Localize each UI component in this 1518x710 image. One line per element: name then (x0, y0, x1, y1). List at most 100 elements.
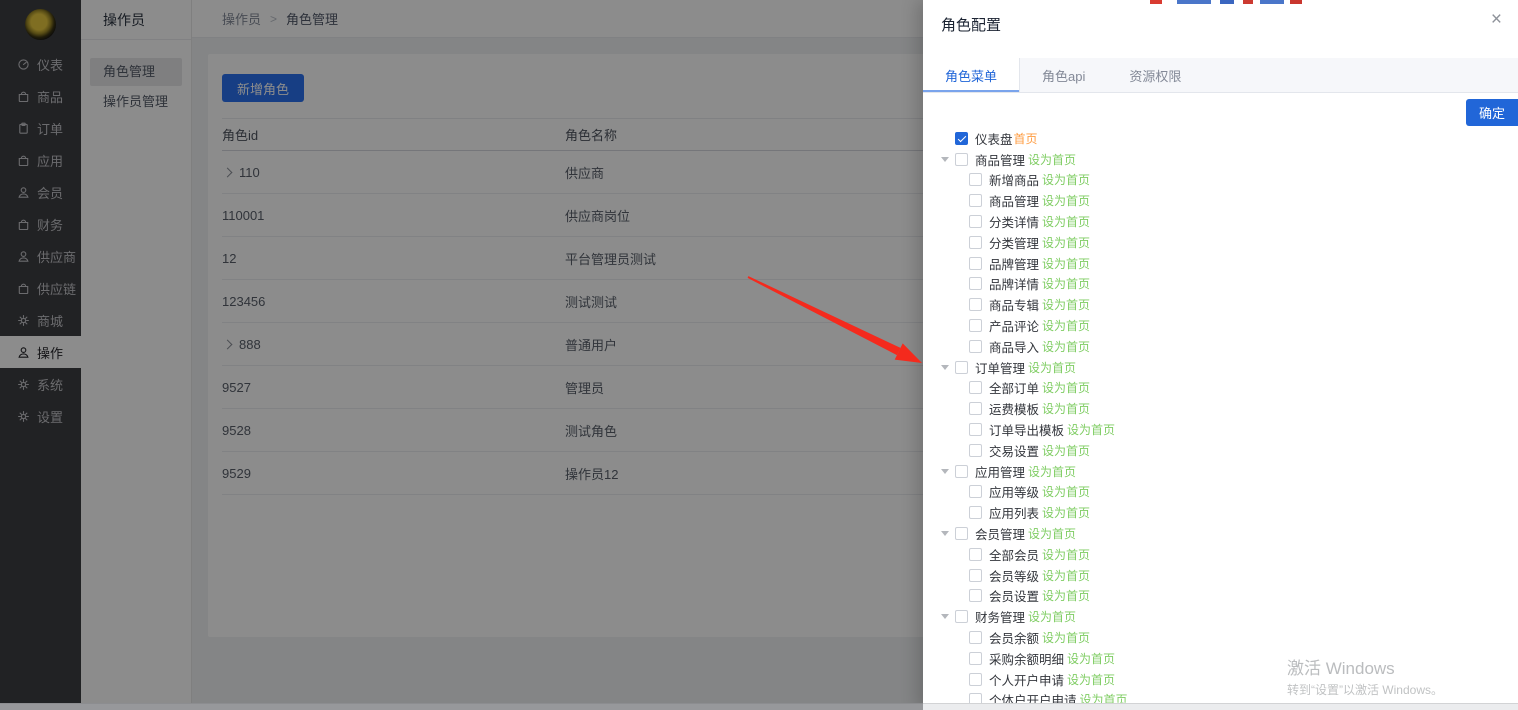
tree-node[interactable]: 应用列表设为首页 (923, 502, 1518, 523)
tree-node[interactable]: 会员余额设为首页 (923, 627, 1518, 648)
tree-node[interactable]: 商品管理设为首页 (923, 190, 1518, 211)
tree-node[interactable]: 品牌管理设为首页 (923, 253, 1518, 274)
set-homepage-link[interactable]: 设为首页 (1067, 650, 1115, 667)
tree-node[interactable]: 会员等级设为首页 (923, 565, 1518, 586)
checkbox[interactable] (969, 277, 982, 290)
set-homepage-link[interactable]: 首页 (1014, 130, 1038, 147)
checkbox[interactable] (969, 652, 982, 665)
set-homepage-link[interactable]: 设为首页 (1042, 192, 1090, 209)
checkbox[interactable] (955, 132, 968, 145)
caret-down-icon[interactable] (941, 469, 949, 474)
tab-2[interactable]: 角色api (1020, 58, 1107, 92)
set-homepage-link[interactable]: 设为首页 (1042, 400, 1090, 417)
set-homepage-link[interactable]: 设为首页 (1042, 567, 1090, 584)
checkbox[interactable] (969, 506, 982, 519)
horizontal-scrollbar[interactable] (0, 703, 923, 710)
set-homepage-link[interactable]: 设为首页 (1042, 338, 1090, 355)
checkbox[interactable] (969, 673, 982, 686)
tree-node[interactable]: 财务管理设为首页 (923, 606, 1518, 627)
checkbox[interactable] (955, 153, 968, 166)
checkbox[interactable] (969, 173, 982, 186)
checkbox[interactable] (969, 194, 982, 207)
set-homepage-link[interactable]: 设为首页 (1042, 317, 1090, 334)
tree-node[interactable]: 会员设置设为首页 (923, 586, 1518, 607)
set-homepage-link[interactable]: 设为首页 (1028, 463, 1076, 480)
tree-node-label: 运费模板 (989, 399, 1039, 418)
confirm-button[interactable]: 确定 (1466, 99, 1518, 126)
browser-ui-fragment (1150, 0, 1162, 4)
tree-node[interactable]: 商品导入设为首页 (923, 336, 1518, 357)
tree-node[interactable]: 个体户开户申请设为首页 (923, 690, 1518, 703)
tree-node[interactable]: 品牌详情设为首页 (923, 274, 1518, 295)
set-homepage-link[interactable]: 设为首页 (1067, 421, 1115, 438)
set-homepage-link[interactable]: 设为首页 (1042, 296, 1090, 313)
checkbox[interactable] (955, 361, 968, 374)
set-homepage-link[interactable]: 设为首页 (1042, 546, 1090, 563)
close-icon[interactable]: × (1491, 10, 1502, 29)
tree-node[interactable]: 全部订单设为首页 (923, 378, 1518, 399)
checkbox[interactable] (969, 444, 982, 457)
checkbox[interactable] (969, 693, 982, 703)
checkbox[interactable] (969, 257, 982, 270)
set-homepage-link[interactable]: 设为首页 (1080, 691, 1128, 703)
set-homepage-link[interactable]: 设为首页 (1042, 504, 1090, 521)
set-homepage-link[interactable]: 设为首页 (1067, 671, 1115, 688)
checkbox[interactable] (969, 569, 982, 582)
checkbox[interactable] (955, 610, 968, 623)
set-homepage-link[interactable]: 设为首页 (1028, 608, 1076, 625)
set-homepage-link[interactable]: 设为首页 (1042, 442, 1090, 459)
set-homepage-link[interactable]: 设为首页 (1042, 255, 1090, 272)
set-homepage-link[interactable]: 设为首页 (1028, 525, 1076, 542)
caret-down-icon[interactable] (941, 365, 949, 370)
tree-node[interactable]: 应用管理设为首页 (923, 461, 1518, 482)
checkbox[interactable] (969, 319, 982, 332)
checkbox[interactable] (969, 381, 982, 394)
tree-node[interactable]: 分类详情设为首页 (923, 211, 1518, 232)
tree-node[interactable]: 商品专辑设为首页 (923, 294, 1518, 315)
caret-down-icon[interactable] (941, 531, 949, 536)
checkbox[interactable] (969, 589, 982, 602)
checkbox[interactable] (969, 485, 982, 498)
tree-node[interactable]: 会员管理设为首页 (923, 523, 1518, 544)
set-homepage-link[interactable]: 设为首页 (1042, 234, 1090, 251)
tree-node[interactable]: 采购余额明细设为首页 (923, 648, 1518, 669)
caret-down-icon[interactable] (941, 157, 949, 162)
checkbox[interactable] (969, 236, 982, 249)
checkbox[interactable] (969, 215, 982, 228)
tree-node[interactable]: 个人开户申请设为首页 (923, 669, 1518, 690)
set-homepage-link[interactable]: 设为首页 (1042, 213, 1090, 230)
set-homepage-link[interactable]: 设为首页 (1042, 171, 1090, 188)
set-homepage-link[interactable]: 设为首页 (1028, 151, 1076, 168)
checkbox[interactable] (969, 402, 982, 415)
set-homepage-link[interactable]: 设为首页 (1042, 483, 1090, 500)
drawer-mask[interactable] (0, 0, 923, 710)
set-homepage-link[interactable]: 设为首页 (1042, 275, 1090, 292)
tree-node[interactable]: 仪表盘首页 (923, 128, 1518, 149)
tree-node[interactable]: 订单管理设为首页 (923, 357, 1518, 378)
checkbox[interactable] (969, 423, 982, 436)
set-homepage-link[interactable]: 设为首页 (1028, 359, 1076, 376)
tree-node[interactable]: 订单导出模板设为首页 (923, 419, 1518, 440)
tree-node[interactable]: 运费模板设为首页 (923, 398, 1518, 419)
tree-node[interactable]: 交易设置设为首页 (923, 440, 1518, 461)
checkbox[interactable] (969, 298, 982, 311)
checkbox[interactable] (969, 340, 982, 353)
checkbox[interactable] (969, 631, 982, 644)
tree-node[interactable]: 新增商品设为首页 (923, 170, 1518, 191)
set-homepage-link[interactable]: 设为首页 (1042, 379, 1090, 396)
horizontal-scrollbar[interactable] (923, 703, 1518, 710)
tree-node[interactable]: 分类管理设为首页 (923, 232, 1518, 253)
set-homepage-link[interactable]: 设为首页 (1042, 587, 1090, 604)
tree-node-label: 分类详情 (989, 212, 1039, 231)
tab-1[interactable]: 角色菜单 (923, 58, 1020, 92)
set-homepage-link[interactable]: 设为首页 (1042, 629, 1090, 646)
checkbox[interactable] (969, 548, 982, 561)
checkbox[interactable] (955, 465, 968, 478)
tab-3[interactable]: 资源权限 (1107, 58, 1203, 92)
tree-node[interactable]: 应用等级设为首页 (923, 482, 1518, 503)
tree-node[interactable]: 全部会员设为首页 (923, 544, 1518, 565)
checkbox[interactable] (955, 527, 968, 540)
tree-node[interactable]: 产品评论设为首页 (923, 315, 1518, 336)
caret-down-icon[interactable] (941, 614, 949, 619)
tree-node[interactable]: 商品管理设为首页 (923, 149, 1518, 170)
